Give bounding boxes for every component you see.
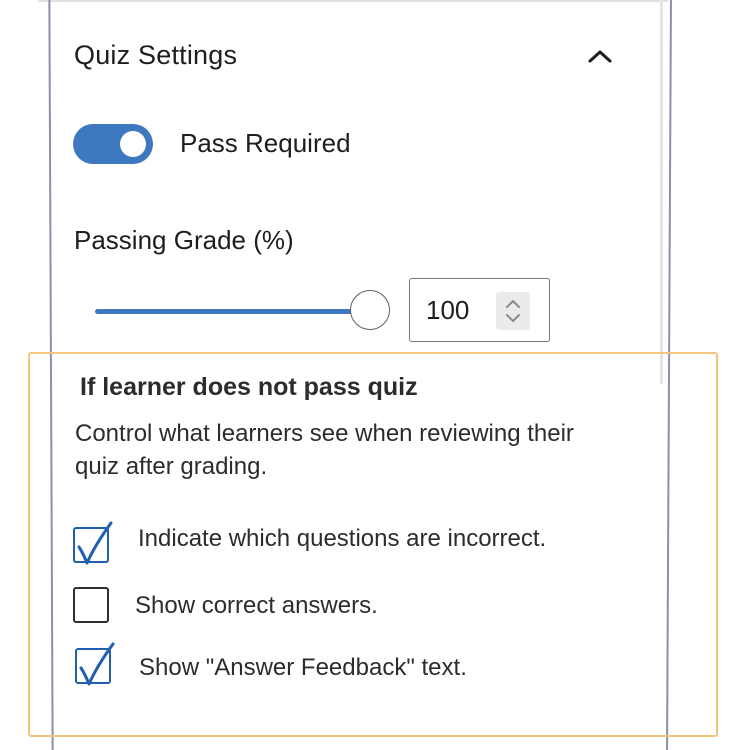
- chevron-up-icon: [588, 50, 612, 63]
- passing-grade-label: Passing Grade (%): [74, 225, 294, 255]
- checkbox-indicate-incorrect[interactable]: [73, 521, 113, 565]
- checkmark-icon: [79, 642, 115, 686]
- toggle-knob: [120, 131, 146, 157]
- checkbox-show-correct-answers[interactable]: [73, 587, 109, 623]
- option-label-show-correct-answers: Show correct answers.: [135, 592, 378, 619]
- passing-grade-slider-thumb[interactable]: [350, 290, 390, 330]
- scrollbar[interactable]: [660, 0, 663, 384]
- fail-options-description: Control what learners see when reviewing…: [75, 420, 574, 480]
- passing-grade-slider-track[interactable]: [95, 309, 375, 314]
- option-label-show-answer-feedback: Show "Answer Feedback" text.: [139, 654, 467, 681]
- pass-required-toggle[interactable]: [73, 124, 153, 164]
- quiz-settings-title: Quiz Settings: [74, 40, 238, 70]
- number-spinner[interactable]: [496, 292, 530, 330]
- option-label-indicate-incorrect: Indicate which questions are incorrect.: [138, 525, 547, 552]
- panel-top-line: [38, 0, 668, 2]
- passing-grade-value: 100: [426, 295, 470, 325]
- checkmark-icon: [77, 521, 113, 565]
- spinner-arrows-icon: [506, 300, 520, 322]
- checkbox-show-answer-feedback[interactable]: [75, 642, 115, 686]
- pass-required-label: Pass Required: [180, 128, 351, 158]
- fail-options-title: If learner does not pass quiz: [80, 373, 418, 401]
- collapse-button[interactable]: [580, 38, 620, 74]
- passing-grade-input[interactable]: 100: [409, 278, 550, 342]
